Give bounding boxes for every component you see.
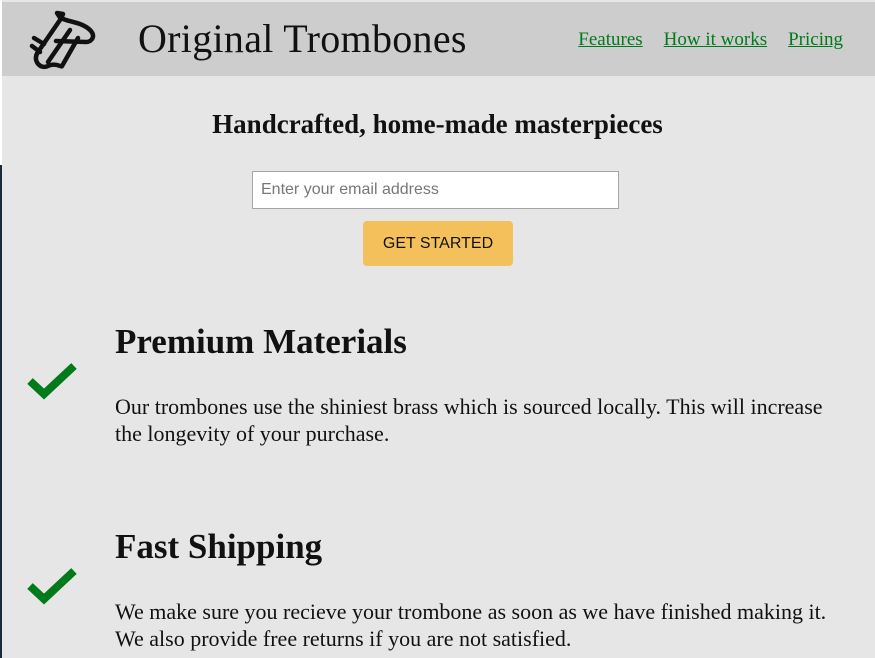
feature-description-fast-shipping: We make sure you recieve your trombone a… bbox=[115, 599, 827, 651]
feature-description-premium-materials: Our trombones use the shiniest brass whi… bbox=[115, 394, 823, 446]
main-nav: Features How it works Pricing bbox=[557, 29, 843, 51]
nav-link-how-it-works[interactable]: How it works bbox=[664, 29, 767, 50]
feature-title-premium-materials: Premium Materials bbox=[115, 322, 407, 361]
nav-link-features[interactable]: Features bbox=[578, 29, 642, 50]
nav-link-pricing[interactable]: Pricing bbox=[788, 29, 843, 50]
feature-title-fast-shipping: Fast Shipping bbox=[115, 527, 323, 566]
check-icon bbox=[27, 363, 77, 400]
check-icon bbox=[27, 568, 77, 605]
get-started-button[interactable]: GET STARTED bbox=[363, 221, 513, 266]
page: Original Trombones Features How it works P… bbox=[0, 0, 875, 658]
site-title: Original Trombones bbox=[138, 16, 467, 61]
site-header: Original Trombones Features How it works P… bbox=[2, 2, 875, 76]
trombone-icon bbox=[29, 10, 96, 70]
hero-tagline: Handcrafted, home-made masterpieces bbox=[212, 109, 663, 139]
window-edge bbox=[0, 0, 2, 658]
email-input[interactable] bbox=[252, 171, 619, 209]
